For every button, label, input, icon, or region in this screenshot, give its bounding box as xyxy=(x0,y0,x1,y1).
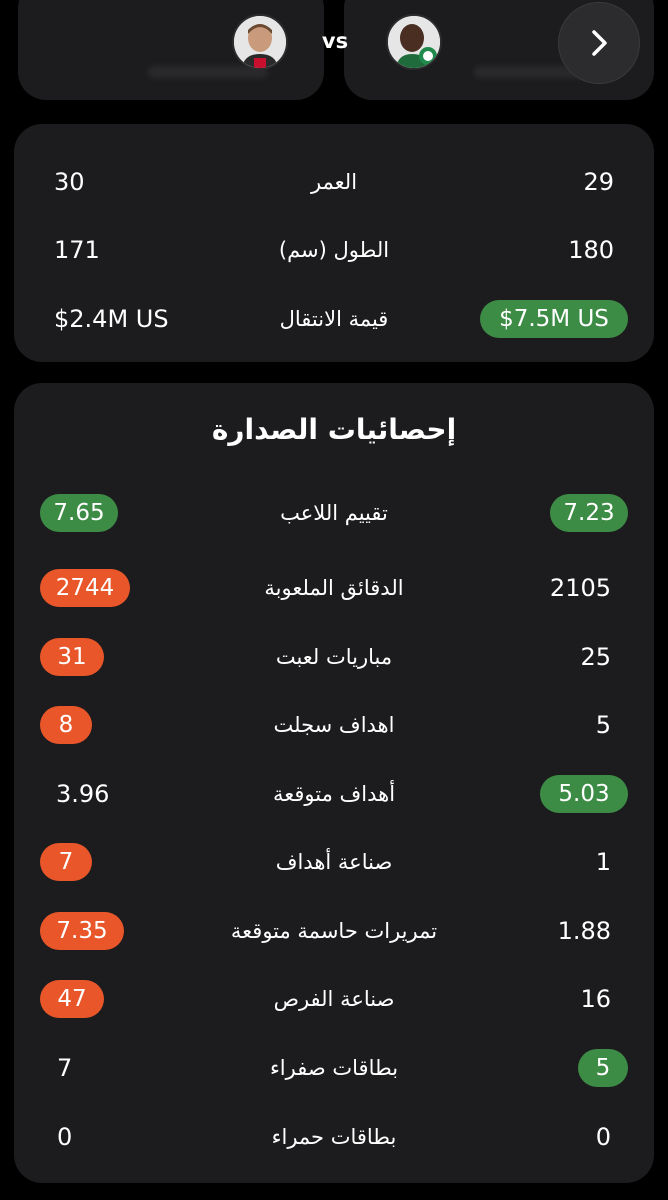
info-value-left: $2.4M US xyxy=(54,305,169,333)
stat-assists-label: صناعة أهداف xyxy=(275,850,393,874)
stat-xa-left-highlight: 7.35 xyxy=(40,912,124,950)
player-two-avatar[interactable] xyxy=(386,14,442,70)
stat-matches-right: 25 xyxy=(580,643,611,671)
stat-xa-right: 1.88 xyxy=(557,917,611,945)
stat-red-label: بطاقات حمراء xyxy=(271,1125,397,1149)
stat-row-goals: 8 اهداف سجلت 5 xyxy=(14,703,654,747)
stat-matches-label: مباريات لعبت xyxy=(275,645,393,669)
stat-rating-left-highlight: 7.65 xyxy=(40,494,118,532)
stat-rating-label: تقييم اللاعب xyxy=(280,501,388,525)
player-one-photo-icon xyxy=(234,16,286,68)
stat-assists-left-highlight: 7 xyxy=(40,843,92,881)
stat-row-chances: 47 صناعة الفرص 16 xyxy=(14,977,654,1021)
stat-row-xa: 7.35 تمريرات حاسمة متوقعة 1.88 xyxy=(14,909,654,953)
stat-yellow-right-highlight: 5 xyxy=(578,1049,628,1087)
stat-row-red-cards: 0 بطاقات حمراء 0 xyxy=(14,1115,654,1159)
stat-row-rating: 7.65 تقييم اللاعب 7.23 xyxy=(14,491,654,535)
player-one-avatar[interactable] xyxy=(232,14,288,70)
top-stats-card: إحصائيات الصدارة 7.65 تقييم اللاعب 7.23 … xyxy=(14,383,654,1183)
stat-yellow-label: بطاقات صفراء xyxy=(269,1056,399,1080)
stat-red-right: 0 xyxy=(595,1123,611,1151)
stat-chances-left-highlight: 47 xyxy=(40,980,104,1018)
stat-row-xg: 3.96 أهداف متوقعة 5.03 xyxy=(14,772,654,816)
stat-xg-right-highlight: 5.03 xyxy=(540,775,628,813)
info-row-transfer-value: $2.4M US قيمة الانتقال $7.5M US xyxy=(14,297,654,341)
info-height-right: 180 xyxy=(568,236,614,264)
stat-rating-right-highlight: 7.23 xyxy=(550,494,628,532)
chevron-right-icon xyxy=(592,30,607,56)
info-age-left: 30 xyxy=(54,168,85,196)
info-value-label: قيمة الانتقال xyxy=(279,307,389,331)
stat-row-yellow-cards: 7 بطاقات صفراء 5 xyxy=(14,1046,654,1090)
stat-row-matches: 31 مباريات لعبت 25 xyxy=(14,635,654,679)
stat-goals-left-highlight: 8 xyxy=(40,706,92,744)
stat-xa-label: تمريرات حاسمة متوقعة xyxy=(230,919,438,943)
stat-assists-right: 1 xyxy=(595,848,611,876)
stat-red-left: 0 xyxy=(57,1123,73,1151)
info-age-label: العمر xyxy=(310,170,358,194)
stat-xg-left: 3.96 xyxy=(56,780,110,808)
stat-minutes-right: 2105 xyxy=(549,574,611,602)
player-two-photo-icon xyxy=(388,16,440,68)
info-value-right-highlight: $7.5M US xyxy=(480,300,628,338)
stat-row-assists: 7 صناعة أهداف 1 xyxy=(14,840,654,884)
info-height-left: 171 xyxy=(54,236,100,264)
stat-minutes-left-highlight: 2744 xyxy=(40,569,130,607)
stat-minutes-label: الدقائق الملعوبة xyxy=(264,576,404,600)
stat-matches-left-highlight: 31 xyxy=(40,638,104,676)
stat-chances-label: صناعة الفرص xyxy=(273,987,395,1011)
stats-title: إحصائيات الصدارة xyxy=(211,413,457,446)
stat-row-minutes: 2744 الدقائق الملعوبة 2105 xyxy=(14,566,654,610)
stat-goals-label: اهداف سجلت xyxy=(273,713,395,737)
stat-yellow-left: 7 xyxy=(57,1054,73,1082)
stat-xg-label: أهداف متوقعة xyxy=(272,782,396,806)
stat-goals-right: 5 xyxy=(595,711,611,739)
info-row-age: 30 العمر 29 xyxy=(14,160,654,204)
info-height-label: الطول (سم) xyxy=(278,238,390,262)
info-age-right: 29 xyxy=(583,168,614,196)
stat-chances-right: 16 xyxy=(580,985,611,1013)
vs-label: vs xyxy=(321,29,349,53)
info-row-height: 171 الطول (سم) 180 xyxy=(14,228,654,272)
player-info-card: 30 العمر 29 171 الطول (سم) 180 $2.4M US … xyxy=(14,124,654,362)
next-player-button[interactable] xyxy=(558,2,640,84)
